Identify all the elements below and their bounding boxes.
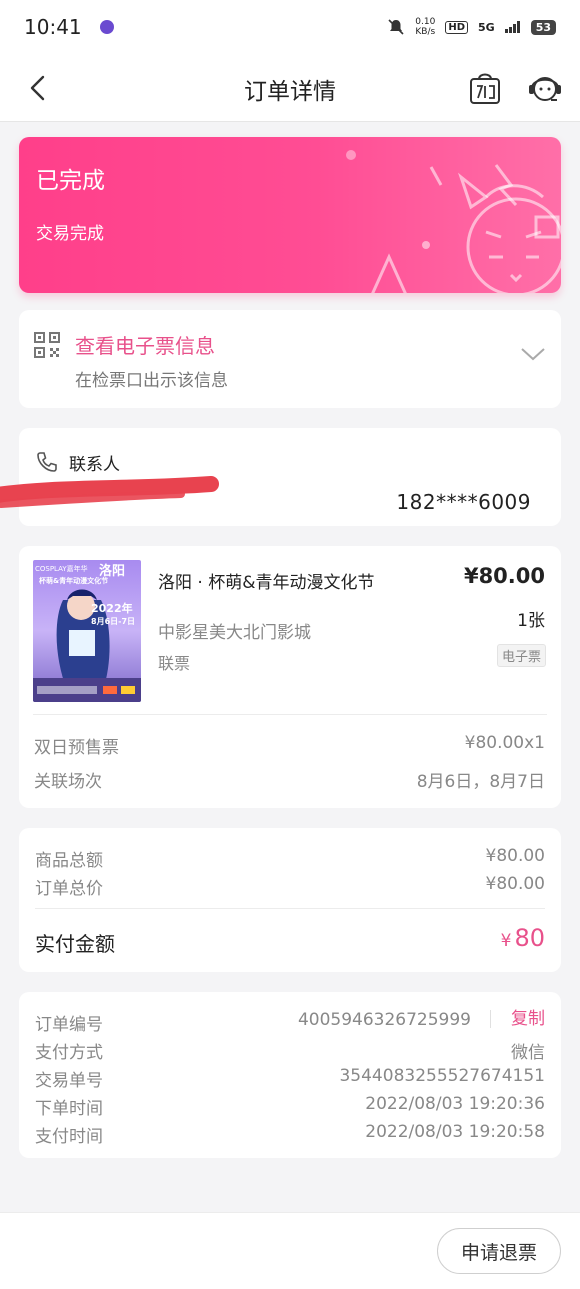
status-bar: 10:41 0.10 KB/s HD 5G 53 [0,0,580,54]
info-value: 3544083255527674151 [339,1066,545,1086]
product-detail-label: 双日预售票 [34,738,119,758]
info-row: 下单时间 2022/08/03 19:20:36 [35,1094,545,1119]
order-status-banner: 已完成 交易完成 [19,137,561,293]
phone-icon [37,452,57,472]
info-row: 订单编号 4005946326725999 [35,1010,471,1035]
poster-line-1: COSPLAY嘉年华 [35,565,88,573]
product-detail-row: 关联场次 8月6日，8月7日 [34,767,545,792]
total-row: 订单总价 ¥80.00 [35,874,545,899]
eticket-card[interactable]: 查看电子票信息 在检票口出示该信息 [19,310,561,408]
paid-currency: ¥ [500,931,512,951]
product-detail-row: 双日预售票 ¥80.00x1 [34,733,545,758]
net-speed-value: 0.10 [415,17,436,27]
bottom-action-bar: 申请退票 [0,1212,580,1289]
info-label: 支付时间 [35,1127,103,1147]
redaction-mark [0,476,219,508]
paid-value: 80 [514,924,545,952]
contact-label: 联系人 [69,455,120,475]
product-detail-value: 8月6日，8月7日 [416,772,545,792]
total-value: ¥80.00 [485,874,545,894]
order-status-subtitle: 交易完成 [36,224,104,244]
mascot-illustration-icon [346,150,561,293]
order-info-card: 订单编号 4005946326725999 复制 支付方式 微信 交易单号 35… [19,992,561,1158]
product-card: COSPLAY嘉年华 洛阳 杯萌&青年动漫文化节 2022年 8月6日-7日 洛… [19,546,561,808]
net-speed: 0.10 KB/s [415,17,435,37]
nav-bar: 订单详情 [0,54,580,122]
total-value: ¥80.00 [485,846,545,866]
contact-phone: 182****6009 [396,490,531,514]
mute-bell-icon [388,19,404,35]
divider [33,714,547,715]
paid-amount: ¥80 [501,924,545,952]
total-row: 商品总额 ¥80.00 [35,846,545,871]
info-row: 支付方式 微信 [35,1038,545,1063]
eticket-title[interactable]: 查看电子票信息 [75,330,215,359]
info-label: 订单编号 [35,1015,103,1035]
customer-service-icon[interactable] [526,68,564,106]
divider [35,908,545,909]
poster-line-5: 8月6日-7日 [91,617,136,626]
total-label: 商品总额 [35,851,103,871]
info-label: 下单时间 [35,1099,103,1119]
copy-button[interactable]: 复制 [490,1010,545,1028]
order-status-title: 已完成 [36,168,105,194]
order-number: 4005946326725999 [297,1010,471,1030]
status-time: 10:41 [24,15,82,39]
poster-line-4: 2022年 [91,602,133,615]
info-label: 交易单号 [35,1071,103,1091]
info-value: 2022/08/03 19:20:36 [365,1094,545,1114]
event-poster[interactable]: COSPLAY嘉年华 洛阳 杯萌&青年动漫文化节 2022年 8月6日-7日 [33,560,141,702]
info-value: 微信 [511,1043,545,1063]
paid-amount-label: 实付金额 [35,932,115,956]
refund-button[interactable]: 申请退票 [437,1228,561,1274]
product-name: 洛阳 · 杯萌&青年动漫文化节 [158,573,375,593]
info-label: 支付方式 [35,1043,103,1063]
net-speed-unit: KB/s [415,27,436,37]
signal-bars-icon [504,21,520,33]
product-ticket-type: 联票 [158,654,191,673]
hd-badge: HD [445,20,468,34]
signal-icon: 5G [478,20,495,34]
product-detail-value: ¥80.00x1 [464,733,545,753]
product-detail-label: 关联场次 [34,772,102,792]
info-value: 2022/08/03 19:20:58 [365,1122,545,1142]
status-indicators: 0.10 KB/s HD 5G 53 [387,17,556,37]
total-label: 订单总价 [35,879,103,899]
battery-indicator: 53 [530,19,556,35]
shopping-bag-icon[interactable] [468,68,502,106]
info-row: 交易单号 3544083255527674151 [35,1066,545,1091]
product-quantity: 1张 [517,611,545,631]
product-price: ¥80.00 [463,564,545,588]
eticket-badge: 电子票 [496,644,546,667]
chevron-down-icon[interactable] [519,344,547,364]
totals-card: 商品总额 ¥80.00 订单总价 ¥80.00 实付金额 ¥80 [19,828,561,972]
product-venue: 中影星美大北门影城 [158,623,311,643]
info-row: 支付时间 2022/08/03 19:20:58 [35,1122,545,1147]
eticket-subtitle: 在检票口出示该信息 [75,371,228,391]
qr-code-icon [34,332,60,358]
notification-app-icon [99,20,114,34]
poster-line-3: 杯萌&青年动漫文化节 [39,577,109,585]
